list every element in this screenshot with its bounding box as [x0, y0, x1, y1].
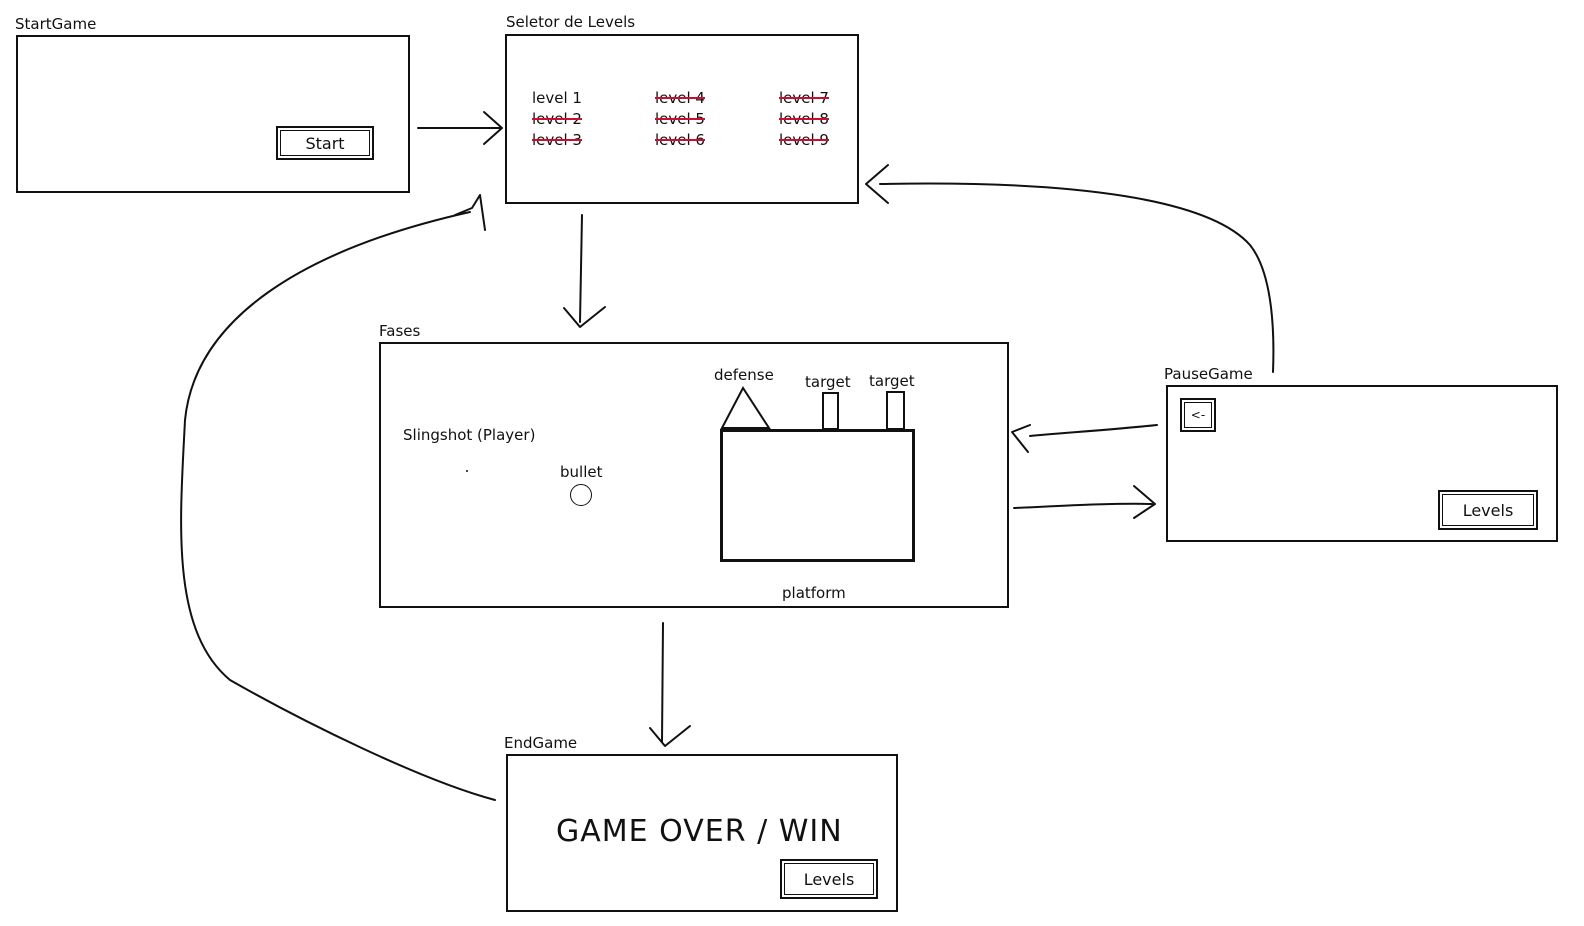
arrow-pause-to-selector	[865, 164, 1275, 373]
level-9-item: level 9	[779, 131, 829, 149]
level-8-item: level 8	[779, 110, 829, 128]
arrow-selector-to-fases	[563, 214, 606, 328]
level-3-item: level 3	[532, 131, 582, 149]
platform-label: platform	[782, 584, 846, 602]
end-game-screen: GAME OVER / WIN Levels	[506, 754, 898, 912]
end-game-message: GAME OVER / WIN	[556, 814, 843, 849]
platform-block	[720, 429, 915, 562]
level-7-item: level 7	[779, 89, 829, 107]
level-selector-title: Seletor de Levels	[506, 13, 636, 31]
level-1-item[interactable]: level 1	[532, 89, 582, 107]
target-1-label: target	[805, 373, 851, 391]
level-6-item: level 6	[655, 131, 705, 149]
bullet-circle	[570, 484, 592, 506]
level-4-item: level 4	[655, 89, 705, 107]
start-button[interactable]: Start	[276, 126, 374, 160]
level-5-item: level 5	[655, 110, 705, 128]
end-game-title: EndGame	[504, 734, 578, 752]
arrow-fases-to-pause	[1013, 485, 1156, 519]
start-game-screen: Start	[16, 35, 410, 193]
defense-label: defense	[714, 366, 774, 384]
back-button[interactable]: <-	[1180, 398, 1216, 432]
slingshot-label: Slingshot (Player)	[403, 426, 536, 444]
level-2-item: level 2	[532, 110, 582, 128]
start-game-title: StartGame	[15, 15, 97, 33]
arrow-pause-to-fases	[1011, 424, 1158, 453]
target-2-label: target	[869, 372, 915, 390]
defense-triangle	[720, 386, 771, 429]
fases-screen: Slingshot (Player) bullet defense target…	[379, 342, 1009, 608]
pause-game-screen: <- Levels	[1166, 385, 1558, 542]
arrow-fases-to-endgame	[649, 622, 691, 747]
bullet-label: bullet	[560, 463, 603, 481]
end-levels-button[interactable]: Levels	[780, 859, 878, 899]
arrow-start-to-selector	[417, 111, 503, 145]
target-1-block	[822, 392, 839, 430]
pause-levels-button[interactable]: Levels	[1438, 490, 1538, 530]
slingshot-marker	[466, 470, 468, 472]
pause-game-title: PauseGame	[1164, 365, 1253, 383]
target-2-block	[886, 391, 905, 430]
level-selector-screen: level 1 level 2 level 3 level 4 level 5 …	[505, 34, 859, 204]
fases-title: Fases	[379, 322, 421, 340]
